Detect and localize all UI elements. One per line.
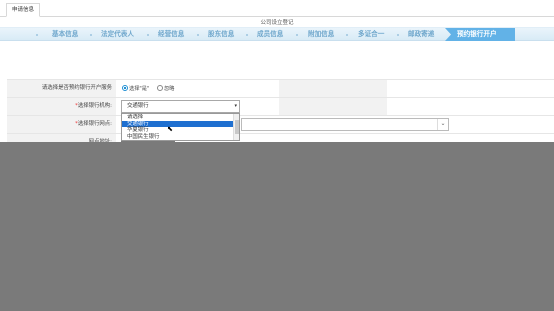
- step-legal-rep[interactable]: 法定代表人: [101, 28, 134, 41]
- radio-yes-label: 选择"是": [129, 86, 150, 92]
- bank-branch-label: *选择银行网点:: [7, 116, 116, 133]
- bank-service-radio-group: 选择"是" 忽略: [122, 85, 180, 93]
- step-separator: [36, 34, 38, 36]
- page: 申请信息 公司设立登记 基本信息 法定代表人 经营信息 股东信息 成员信息 附加…: [0, 0, 554, 311]
- step-separator: [246, 34, 248, 36]
- step-member-info[interactable]: 成员信息: [257, 28, 283, 41]
- step-separator: [197, 34, 199, 36]
- step-multi-cert[interactable]: 多证合一: [358, 28, 384, 41]
- step-progress-bar: 基本信息 法定代表人 经营信息 股东信息 成员信息 附加信息 多证合一 邮政寄递…: [0, 27, 554, 41]
- radio-ignore[interactable]: 忽略: [157, 85, 175, 92]
- dropdown-option[interactable]: 中国民生银行: [122, 134, 239, 141]
- dropdown-scrollbar[interactable]: [233, 114, 239, 140]
- step-separator: [296, 34, 298, 36]
- step-postal-delivery[interactable]: 邮政寄递: [408, 28, 434, 41]
- radio-yes[interactable]: 选择"是": [122, 85, 150, 92]
- step-separator: [346, 34, 348, 36]
- row-bank-service: 请选择是否预约银行开户服务 选择"是" 忽略: [7, 79, 554, 97]
- modal-overlay[interactable]: [0, 142, 554, 311]
- empty-cell: [279, 80, 387, 97]
- tab-bar: 申请信息: [0, 0, 554, 17]
- scrollbar-thumb[interactable]: [235, 120, 239, 134]
- mouse-cursor-icon: ⬉: [167, 125, 173, 133]
- bank-branch-select[interactable]: ⌄: [241, 118, 449, 131]
- empty-cell: [279, 98, 387, 115]
- bank-institution-select[interactable]: 交通银行 ▾: [121, 100, 240, 113]
- radio-ignore-label: 忽略: [164, 86, 175, 92]
- tab-application-info[interactable]: 申请信息: [6, 3, 41, 17]
- radio-checked-icon: [122, 85, 128, 91]
- bank-service-label: 请选择是否预约银行开户服务: [7, 80, 116, 97]
- bank-institution-value: 交通银行: [127, 103, 149, 109]
- step-separator: [90, 34, 92, 36]
- bank-dropdown-list: 请选择 交通银行 华夏银行 中国民生银行: [121, 113, 240, 141]
- step-business-info[interactable]: 经营信息: [158, 28, 184, 41]
- step-bank-appointment[interactable]: 预约银行开户: [445, 28, 515, 41]
- step-basic-info[interactable]: 基本信息: [52, 28, 78, 41]
- bank-institution-label: *选择银行机构:: [7, 98, 116, 115]
- step-separator: [397, 34, 399, 36]
- row-bank-institution: *选择银行机构: 交通银行 ▾: [7, 97, 554, 115]
- chevron-down-icon: ▾: [234, 103, 237, 109]
- page-title: 公司设立登记: [260, 20, 294, 26]
- step-separator: [147, 34, 149, 36]
- chevron-down-icon: ⌄: [437, 119, 448, 130]
- step-shareholder-info[interactable]: 股东信息: [208, 28, 234, 41]
- radio-unchecked-icon: [157, 85, 163, 91]
- row-bank-branch: *选择银行网点: ⌄: [7, 115, 554, 133]
- step-additional-info[interactable]: 附加信息: [308, 28, 334, 41]
